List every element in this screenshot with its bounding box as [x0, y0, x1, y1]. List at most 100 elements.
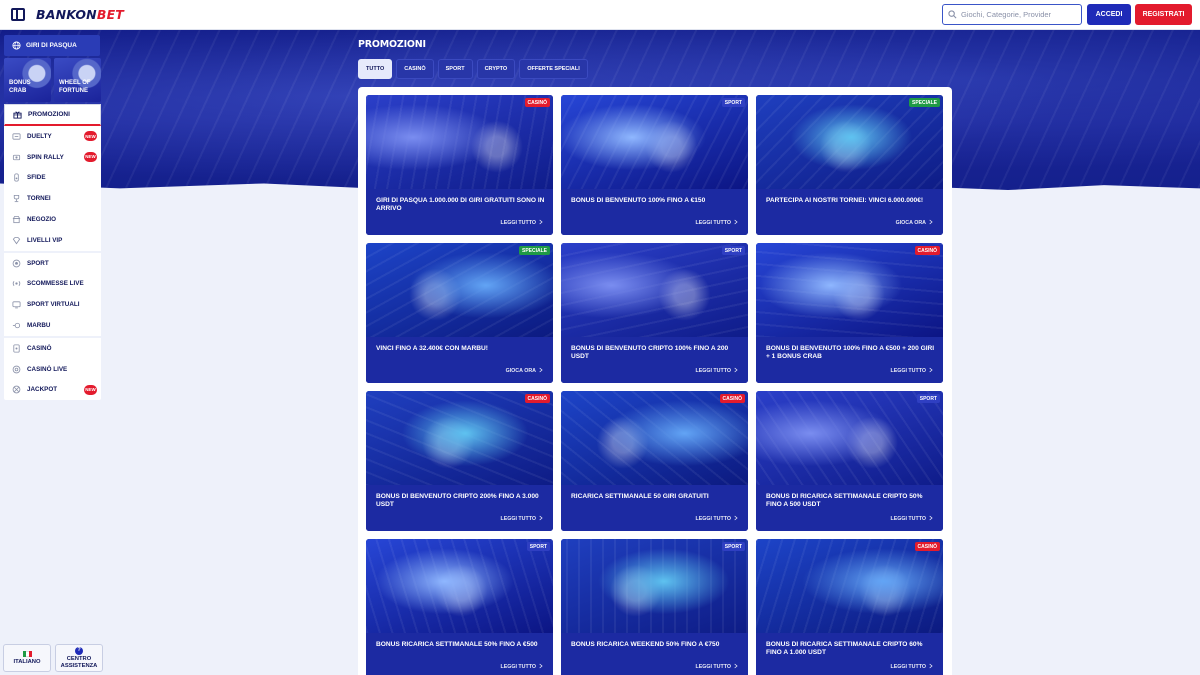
- sidebar-item-label: DUELTY: [27, 132, 52, 140]
- sidebar-item-label: MARBU: [27, 322, 51, 330]
- promo-card-title: BONUS DI RICARICA SETTIMANALE CRIPTO 50%…: [766, 493, 923, 509]
- tab-sport[interactable]: SPORT: [437, 59, 473, 79]
- promo-card[interactable]: SPORT BONUS RICARICA SETTIMANALE 50% FINO…: [366, 539, 553, 675]
- promo-card-cta[interactable]: LEGGI TUTTO: [890, 663, 933, 671]
- sidebar-item-jackpot[interactable]: JACKPOT NEW: [4, 380, 101, 401]
- promo-card[interactable]: CASINÒ BONUS DI BENVENUTO CRIPTO 200% FIN…: [366, 391, 553, 531]
- sidebar-item-label: JACKPOT: [27, 386, 58, 394]
- tab-crypto[interactable]: CRYPTO: [476, 59, 516, 79]
- new-badge: NEW: [84, 131, 97, 141]
- new-badge: NEW: [84, 151, 97, 162]
- language-button[interactable]: ITALIANO: [3, 644, 51, 672]
- promo-card[interactable]: SPORT BONUS DI BENVENUTO CRIPTO 100% FINO…: [561, 243, 748, 383]
- page-title: PROMOZIONI: [358, 39, 426, 50]
- promo-card-info: BONUS DI BENVENUTO CRIPTO 200% FINO A 3.…: [366, 485, 553, 531]
- sidebar-item-marbu[interactable]: MARBU: [4, 315, 101, 336]
- promo-card[interactable]: CASINÒ BONUS DI BENVENUTO 100% FINO A €50…: [756, 243, 943, 383]
- sidebar-item-label: SFIDE: [27, 174, 46, 182]
- promo-card-cta[interactable]: GIOCA ORA: [506, 367, 543, 375]
- sidebar-easter-spins-label: GIRI DI PASQUA: [26, 42, 77, 49]
- brand-logo[interactable]: BANKONBET: [36, 7, 124, 22]
- category-badge: SPORT: [721, 98, 745, 107]
- promo-card-cta[interactable]: LEGGI TUTTO: [695, 663, 738, 671]
- search-box[interactable]: [942, 4, 1082, 25]
- sidebar-item-sport-virtuali[interactable]: SPORT VIRTUALI: [4, 294, 101, 315]
- promo-card[interactable]: SPORT BONUS DI BENVENUTO 100% FINO A €150…: [561, 95, 748, 235]
- category-badge: SPORT: [721, 246, 745, 255]
- sidebar-item-label: CASINÒ LIVE: [27, 365, 68, 373]
- promo-card-info: BONUS DI BENVENUTO 100% FINO A €500 + 20…: [756, 337, 943, 383]
- promo-card-cta[interactable]: LEGGI TUTTO: [695, 515, 738, 523]
- promo-card-cta[interactable]: LEGGI TUTTO: [500, 515, 543, 523]
- sidebar-item-label: CASINÒ: [27, 344, 52, 352]
- chevron-right-icon: [929, 367, 933, 375]
- category-tabs: TUTTO CASINÒ SPORT CRYPTO OFFERTE SPECIALI: [358, 59, 588, 79]
- promo-card-cta[interactable]: LEGGI TUTTO: [890, 515, 933, 523]
- promo-card[interactable]: SPECIALE PARTECIPA AI NOSTRI TORNEI: VINC…: [756, 95, 943, 235]
- promo-card[interactable]: CASINÒ BONUS DI RICARICA SETTIMANALE CRIP…: [756, 539, 943, 675]
- globe-icon: [12, 41, 21, 50]
- woman-swan-art: [561, 391, 748, 485]
- promo-card-title: BONUS DI RICARICA SETTIMANALE CRIPTO 60%…: [766, 641, 923, 657]
- shop-icon: [12, 215, 21, 224]
- tab-casin-[interactable]: CASINÒ: [396, 59, 434, 79]
- promo-card-cta[interactable]: LEGGI TUTTO: [695, 219, 738, 227]
- sidebar-group-sport: SPORT SCOMMESSE LIVE SPORT VIRTUALI MARBU: [4, 253, 101, 336]
- sidebar-easter-spins-button[interactable]: GIRI DI PASQUA: [4, 35, 100, 56]
- tab-tutto[interactable]: TUTTO: [358, 59, 393, 79]
- sidebar-item-tornei[interactable]: TORNEI: [4, 188, 101, 209]
- sidebar-item-promotions[interactable]: PROMOZIONI: [4, 104, 101, 126]
- chevron-right-icon: [734, 663, 738, 671]
- promo-card-cta-label: LEGGI TUTTO: [695, 516, 731, 522]
- casino-icon: [12, 344, 21, 353]
- chevron-right-icon: [734, 515, 738, 523]
- search-input[interactable]: [961, 10, 1071, 19]
- challenge-icon: [12, 173, 21, 182]
- promo-card-cta[interactable]: LEGGI TUTTO: [500, 219, 543, 227]
- sidebar-item-casin-[interactable]: CASINÒ: [4, 338, 101, 359]
- wheel-label-1: WHEEL OF: [59, 80, 91, 86]
- promo-card-cta-label: LEGGI TUTTO: [890, 664, 926, 670]
- category-badge: SPECIALE: [908, 98, 940, 107]
- promo-card-info: BONUS DI BENVENUTO CRIPTO 100% FINO A 20…: [561, 337, 748, 383]
- register-button[interactable]: REGISTRATI: [1135, 4, 1192, 25]
- sidebar-toggle-icon[interactable]: [11, 8, 25, 21]
- tab-offerte-speciali[interactable]: OFFERTE SPECIALI: [519, 59, 588, 79]
- sidebar-item-label: SPORT: [27, 259, 49, 267]
- sidebar-item-casin-live[interactable]: CASINÒ LIVE: [4, 359, 101, 380]
- players-wolves-art: [561, 95, 748, 189]
- promo-card[interactable]: CASINÒ RICARICA SETTIMANALE 50 GIRI GRATU…: [561, 391, 748, 531]
- promo-card[interactable]: SPECIALE VINCI FINO A 32.400€ CON MARBU! G…: [366, 243, 553, 383]
- top-bar: BANKONBET ACCEDI REGISTRATI: [0, 0, 1200, 30]
- basketball-art: [366, 539, 553, 633]
- promo-card-info: BONUS RICARICA WEEKEND 50% FINO A €750 LE…: [561, 633, 748, 675]
- promo-card[interactable]: CASINÒ GIRI DI PASQUA 1.000.000 DI GIRI G…: [366, 95, 553, 235]
- promo-card[interactable]: SPORT BONUS DI RICARICA SETTIMANALE CRIPT…: [756, 391, 943, 531]
- sidebar-item-duelty[interactable]: DUELTY NEW: [4, 126, 101, 147]
- bonus-crab-tile[interactable]: BONUS CRAB: [4, 58, 51, 102]
- promo-card-cta[interactable]: LEGGI TUTTO: [500, 663, 543, 671]
- sidebar-item-scommesse-live[interactable]: SCOMMESSE LIVE: [4, 274, 101, 295]
- promo-card-info: PARTECIPA AI NOSTRI TORNEI: VINCI 6.000.…: [756, 189, 943, 235]
- sidebar-item-sport[interactable]: SPORT: [4, 253, 101, 274]
- promo-card-cta[interactable]: LEGGI TUTTO: [695, 367, 738, 375]
- sidebar-menu: PROMOZIONI DUELTY NEW SPIN RALLY NEW SFIDE TO…: [4, 104, 101, 401]
- promo-card-cta[interactable]: GIOCA ORA: [896, 219, 933, 227]
- promo-card-cta[interactable]: LEGGI TUTTO: [890, 367, 933, 375]
- category-badge: SPECIALE: [518, 246, 550, 255]
- wheel-of-fortune-tile[interactable]: WHEEL OF FORTUNE: [54, 58, 101, 102]
- sidebar-item-negozio[interactable]: NEGOZIO: [4, 209, 101, 230]
- duel-icon: [12, 132, 21, 141]
- sidebar-item-spin-rally[interactable]: SPIN RALLY NEW: [4, 147, 101, 168]
- category-badge: CASINÒ: [914, 246, 940, 255]
- sidebar-item-label: SPORT VIRTUALI: [27, 301, 80, 309]
- sidebar-item-livelli-vip[interactable]: LIVELLI VIP: [4, 230, 101, 251]
- help-center-button[interactable]: ? CENTRO ASSISTENZA: [55, 644, 103, 672]
- sidebar-item-sfide[interactable]: SFIDE: [4, 168, 101, 189]
- promo-card-cta-label: LEGGI TUTTO: [695, 368, 731, 374]
- promo-card-info: VINCI FINO A 32.400€ CON MARBU! GIOCA ORA: [366, 337, 553, 383]
- search-icon: [948, 10, 957, 19]
- sidebar-group-casino: CASINÒ CASINÒ LIVE JACKPOT NEW: [4, 338, 101, 400]
- login-button[interactable]: ACCEDI: [1087, 4, 1131, 25]
- promo-card[interactable]: SPORT BONUS RICARICA WEEKEND 50% FINO A €…: [561, 539, 748, 675]
